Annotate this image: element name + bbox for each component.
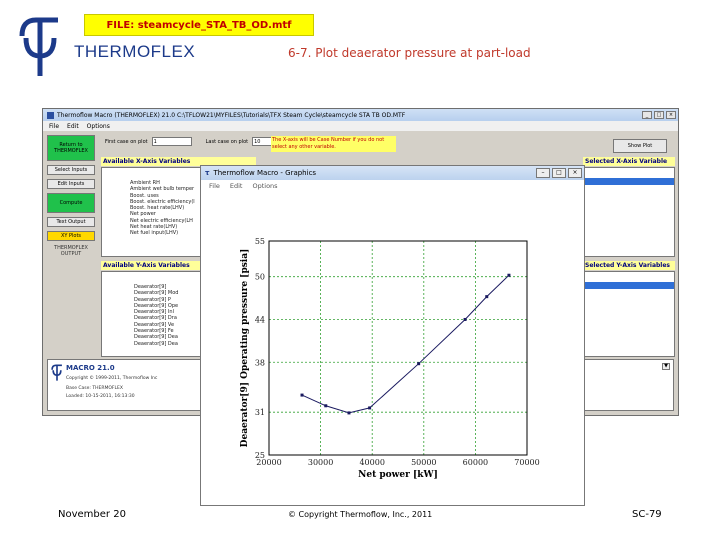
maximize-button[interactable]: □ bbox=[654, 111, 664, 119]
y-axis-label: Deaerator[9] Operating pressure [psia] bbox=[240, 249, 250, 448]
graphics-menu-edit[interactable]: Edit bbox=[230, 182, 243, 190]
macro-loaded-time: Loaded: 10-15-2011, 16:13:30 bbox=[66, 394, 135, 399]
x-tick-label: 40000 bbox=[359, 458, 384, 467]
y-tick-label: 50 bbox=[255, 273, 265, 282]
data-point bbox=[417, 362, 421, 366]
data-point bbox=[347, 411, 351, 415]
menu-file[interactable]: File bbox=[49, 123, 59, 130]
data-point bbox=[300, 393, 304, 397]
show-plot-button[interactable]: Show Plot bbox=[613, 139, 667, 153]
graphics-window-title: Thermoflow Macro - Graphics bbox=[213, 169, 317, 177]
selected-y-var-highlight[interactable] bbox=[584, 282, 674, 289]
last-case-label: Last case on plot bbox=[205, 138, 249, 145]
graphics-menu-file[interactable]: File bbox=[209, 182, 220, 190]
selected-y-vars-header: Selected Y-Axis Variables bbox=[583, 261, 675, 270]
pressure-vs-power-chart: 20000 30000 40000 50000 60000 700002531384450… bbox=[240, 237, 540, 480]
menu-edit[interactable]: Edit bbox=[67, 123, 79, 130]
select-inputs-button[interactable]: Select Inputs bbox=[47, 165, 95, 175]
case-range-controls: First case on plot 1 Last case on plot 1… bbox=[105, 137, 293, 146]
minimize-button[interactable]: _ bbox=[642, 111, 652, 119]
brand-name: THERMOFLEX bbox=[74, 42, 196, 61]
graphics-window-titlebar: τ Thermoflow Macro - Graphics – □ × bbox=[201, 166, 584, 180]
graphics-close-button[interactable]: × bbox=[568, 168, 582, 178]
thermoflow-logo-icon bbox=[19, 17, 58, 76]
x-axis-hint: The X-axis will be Case Number if you do… bbox=[271, 136, 396, 152]
data-point bbox=[368, 406, 372, 410]
main-window-title: Thermoflow Macro (THERMOFLEX) 21.0 C:\TF… bbox=[57, 111, 406, 119]
graphics-app-icon: τ bbox=[205, 169, 210, 177]
selected-x-var-highlight[interactable] bbox=[584, 178, 674, 185]
compute-button[interactable]: Compute bbox=[47, 193, 95, 213]
footer-copyright: © Copyright Thermoflow, Inc., 2011 bbox=[288, 510, 433, 519]
macro-logo-icon bbox=[51, 364, 62, 381]
data-point bbox=[324, 404, 328, 408]
y-tick-label: 25 bbox=[255, 451, 265, 460]
data-point bbox=[507, 273, 511, 277]
y-tick-label: 44 bbox=[255, 315, 265, 324]
y-tick-label: 38 bbox=[255, 358, 265, 367]
thermoflex-output-label[interactable]: THERMOFLEX OUTPUT bbox=[47, 245, 95, 263]
file-name-badge: FILE: steamcycle_STA_TB_OD.mtf bbox=[84, 14, 314, 36]
x-axis-label: Net power [kW] bbox=[358, 470, 438, 480]
plot-frame bbox=[268, 240, 528, 456]
macro-base-case: Base Case: THERMOFLEX bbox=[66, 386, 123, 391]
graphics-menu-options[interactable]: Options bbox=[252, 182, 277, 190]
x-tick-label: 30000 bbox=[308, 458, 333, 467]
data-point bbox=[485, 295, 489, 299]
text-output-button[interactable]: Text Output bbox=[47, 217, 95, 227]
y-tick-label: 31 bbox=[255, 408, 265, 417]
left-button-panel: Return to THERMOFLEX Select Inputs Edit … bbox=[47, 135, 99, 263]
series-line bbox=[301, 274, 510, 414]
scroll-arrow-icon[interactable]: ▼ bbox=[662, 363, 670, 370]
x-tick-label: 50000 bbox=[411, 458, 436, 467]
x-tick-label: 60000 bbox=[463, 458, 488, 467]
edit-inputs-button[interactable]: Edit Inputs bbox=[47, 179, 95, 189]
macro-copyright: Copyright © 1999-2011, Thermoflow Inc bbox=[66, 376, 158, 381]
selected-x-var-header: Selected X-Axis Variable bbox=[583, 157, 675, 166]
graphics-minimize-button[interactable]: – bbox=[536, 168, 550, 178]
graphics-window: τ Thermoflow Macro - Graphics – □ × File… bbox=[200, 165, 585, 506]
main-menubar: File Edit Options bbox=[43, 121, 678, 131]
slide-title: 6-7. Plot deaerator pressure at part-loa… bbox=[288, 46, 531, 60]
y-tick-label: 55 bbox=[255, 237, 265, 246]
first-case-input[interactable]: 1 bbox=[151, 137, 192, 146]
footer-date: November 20 bbox=[58, 509, 126, 520]
selected-y-vars-list[interactable] bbox=[583, 271, 675, 357]
graphics-menubar: File Edit Options bbox=[201, 180, 584, 191]
main-window-titlebar: Thermoflow Macro (THERMOFLEX) 21.0 C:\TF… bbox=[43, 109, 678, 121]
menu-options[interactable]: Options bbox=[87, 123, 110, 130]
graphics-maximize-button[interactable]: □ bbox=[552, 168, 566, 178]
data-point bbox=[463, 317, 467, 321]
xy-plots-button[interactable]: XY Plots bbox=[47, 231, 95, 241]
slide-number: SC-79 bbox=[632, 509, 662, 520]
first-case-label: First case on plot bbox=[105, 138, 148, 145]
macro-version-title: MACRO 21.0 bbox=[66, 364, 115, 372]
selected-x-var-list[interactable] bbox=[583, 167, 675, 257]
x-tick-label: 70000 bbox=[514, 458, 539, 467]
close-button[interactable]: × bbox=[666, 111, 676, 119]
return-to-thermoflex-button[interactable]: Return to THERMOFLEX bbox=[47, 135, 95, 161]
app-icon bbox=[47, 111, 54, 119]
